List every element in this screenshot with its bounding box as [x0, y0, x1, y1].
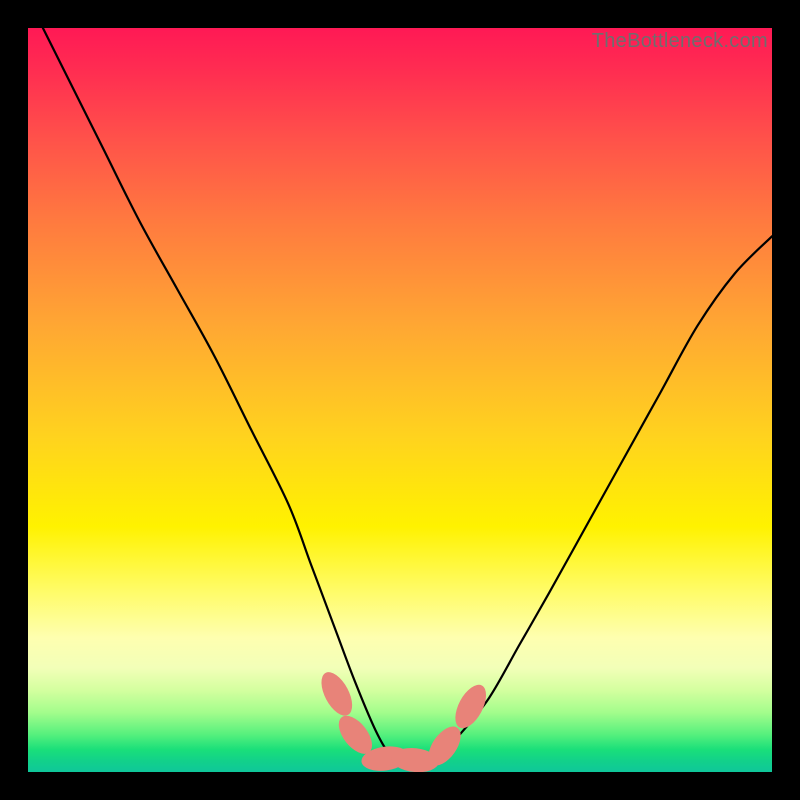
curve-marker	[449, 680, 492, 733]
bottleneck-curve	[28, 28, 772, 772]
chart-frame: TheBottleneck.com	[0, 0, 800, 800]
watermark-text: TheBottleneck.com	[592, 30, 768, 53]
plot-area	[28, 28, 772, 772]
